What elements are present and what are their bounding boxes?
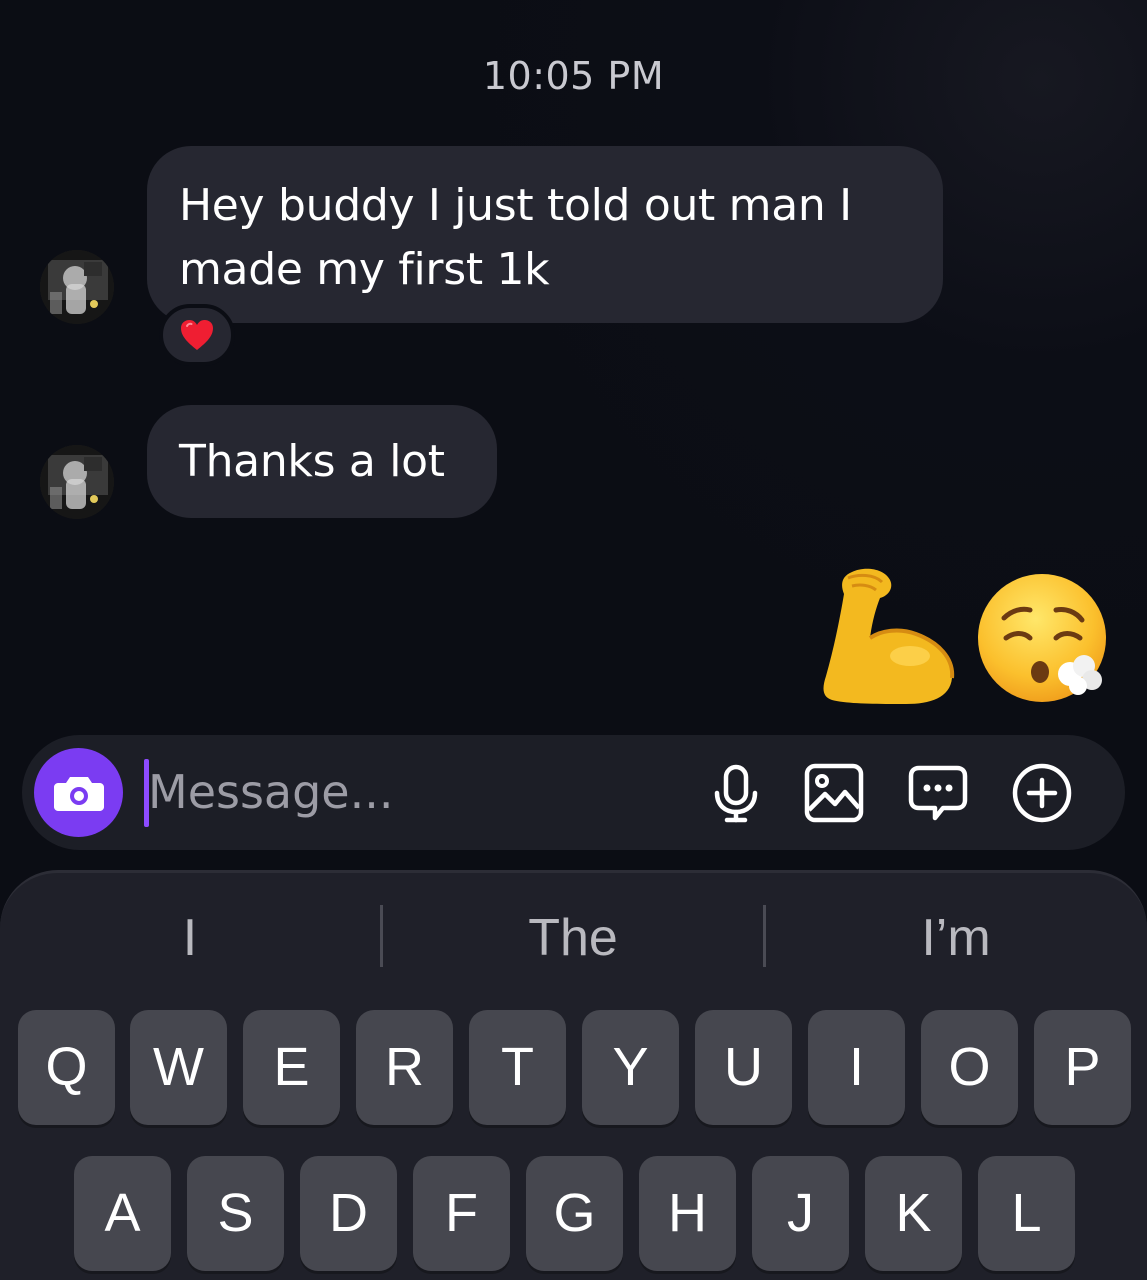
sender-avatar[interactable]: [40, 445, 114, 519]
key-w[interactable]: W: [130, 1010, 227, 1125]
message-timestamp: 10:05 PM: [482, 54, 665, 98]
key-j[interactable]: J: [752, 1156, 849, 1271]
key-d[interactable]: D: [300, 1156, 397, 1271]
flexed-biceps-icon[interactable]: [818, 564, 958, 709]
key-l[interactable]: L: [978, 1156, 1075, 1271]
key-g[interactable]: G: [526, 1156, 623, 1271]
key-r[interactable]: R: [356, 1010, 453, 1125]
suggestion-word[interactable]: I’m: [766, 903, 1146, 973]
received-message-bubble[interactable]: Hey buddy I just told out man I made my …: [147, 146, 943, 323]
key-y[interactable]: Y: [582, 1010, 679, 1125]
key-f[interactable]: F: [413, 1156, 510, 1271]
message-input[interactable]: [148, 755, 668, 829]
face-exhaling-icon[interactable]: [974, 570, 1114, 710]
key-k[interactable]: K: [865, 1156, 962, 1271]
chat-bubble-icon: [908, 765, 968, 821]
key-p[interactable]: P: [1034, 1010, 1131, 1125]
camera-button[interactable]: [34, 748, 123, 837]
avatar-photo: [40, 445, 114, 519]
heart-icon: [181, 320, 213, 350]
received-message-bubble[interactable]: Thanks a lot: [147, 405, 497, 518]
microphone-icon: [714, 764, 758, 823]
camera-icon: [53, 776, 104, 811]
plus-circle-icon: [1012, 763, 1072, 823]
key-a[interactable]: A: [74, 1156, 171, 1271]
avatar-photo: [40, 250, 114, 324]
message-text: Thanks a lot: [179, 436, 445, 487]
key-s[interactable]: S: [187, 1156, 284, 1271]
suggestion-word[interactable]: I: [0, 903, 380, 973]
key-i[interactable]: I: [808, 1010, 905, 1125]
sticker-chat-button[interactable]: [907, 762, 969, 824]
message-composer: [22, 735, 1125, 850]
key-e[interactable]: E: [243, 1010, 340, 1125]
key-q[interactable]: Q: [18, 1010, 115, 1125]
add-button[interactable]: [1011, 762, 1073, 824]
key-t[interactable]: T: [469, 1010, 566, 1125]
keyboard: I The I’m Q W E R T Y U I O P A S D F G …: [0, 870, 1147, 1280]
key-o[interactable]: O: [921, 1010, 1018, 1125]
microphone-button[interactable]: [705, 762, 767, 824]
gallery-button[interactable]: [803, 762, 865, 824]
heart-reaction[interactable]: [159, 304, 235, 366]
sender-avatar[interactable]: [40, 250, 114, 324]
chat-screen: 10:05 PM Hey buddy I just told out man I…: [0, 0, 1147, 1280]
suggestion-word[interactable]: The: [383, 903, 763, 973]
image-icon: [804, 763, 864, 823]
message-text: Hey buddy I just told out man I made my …: [179, 180, 852, 295]
key-h[interactable]: H: [639, 1156, 736, 1271]
key-u[interactable]: U: [695, 1010, 792, 1125]
